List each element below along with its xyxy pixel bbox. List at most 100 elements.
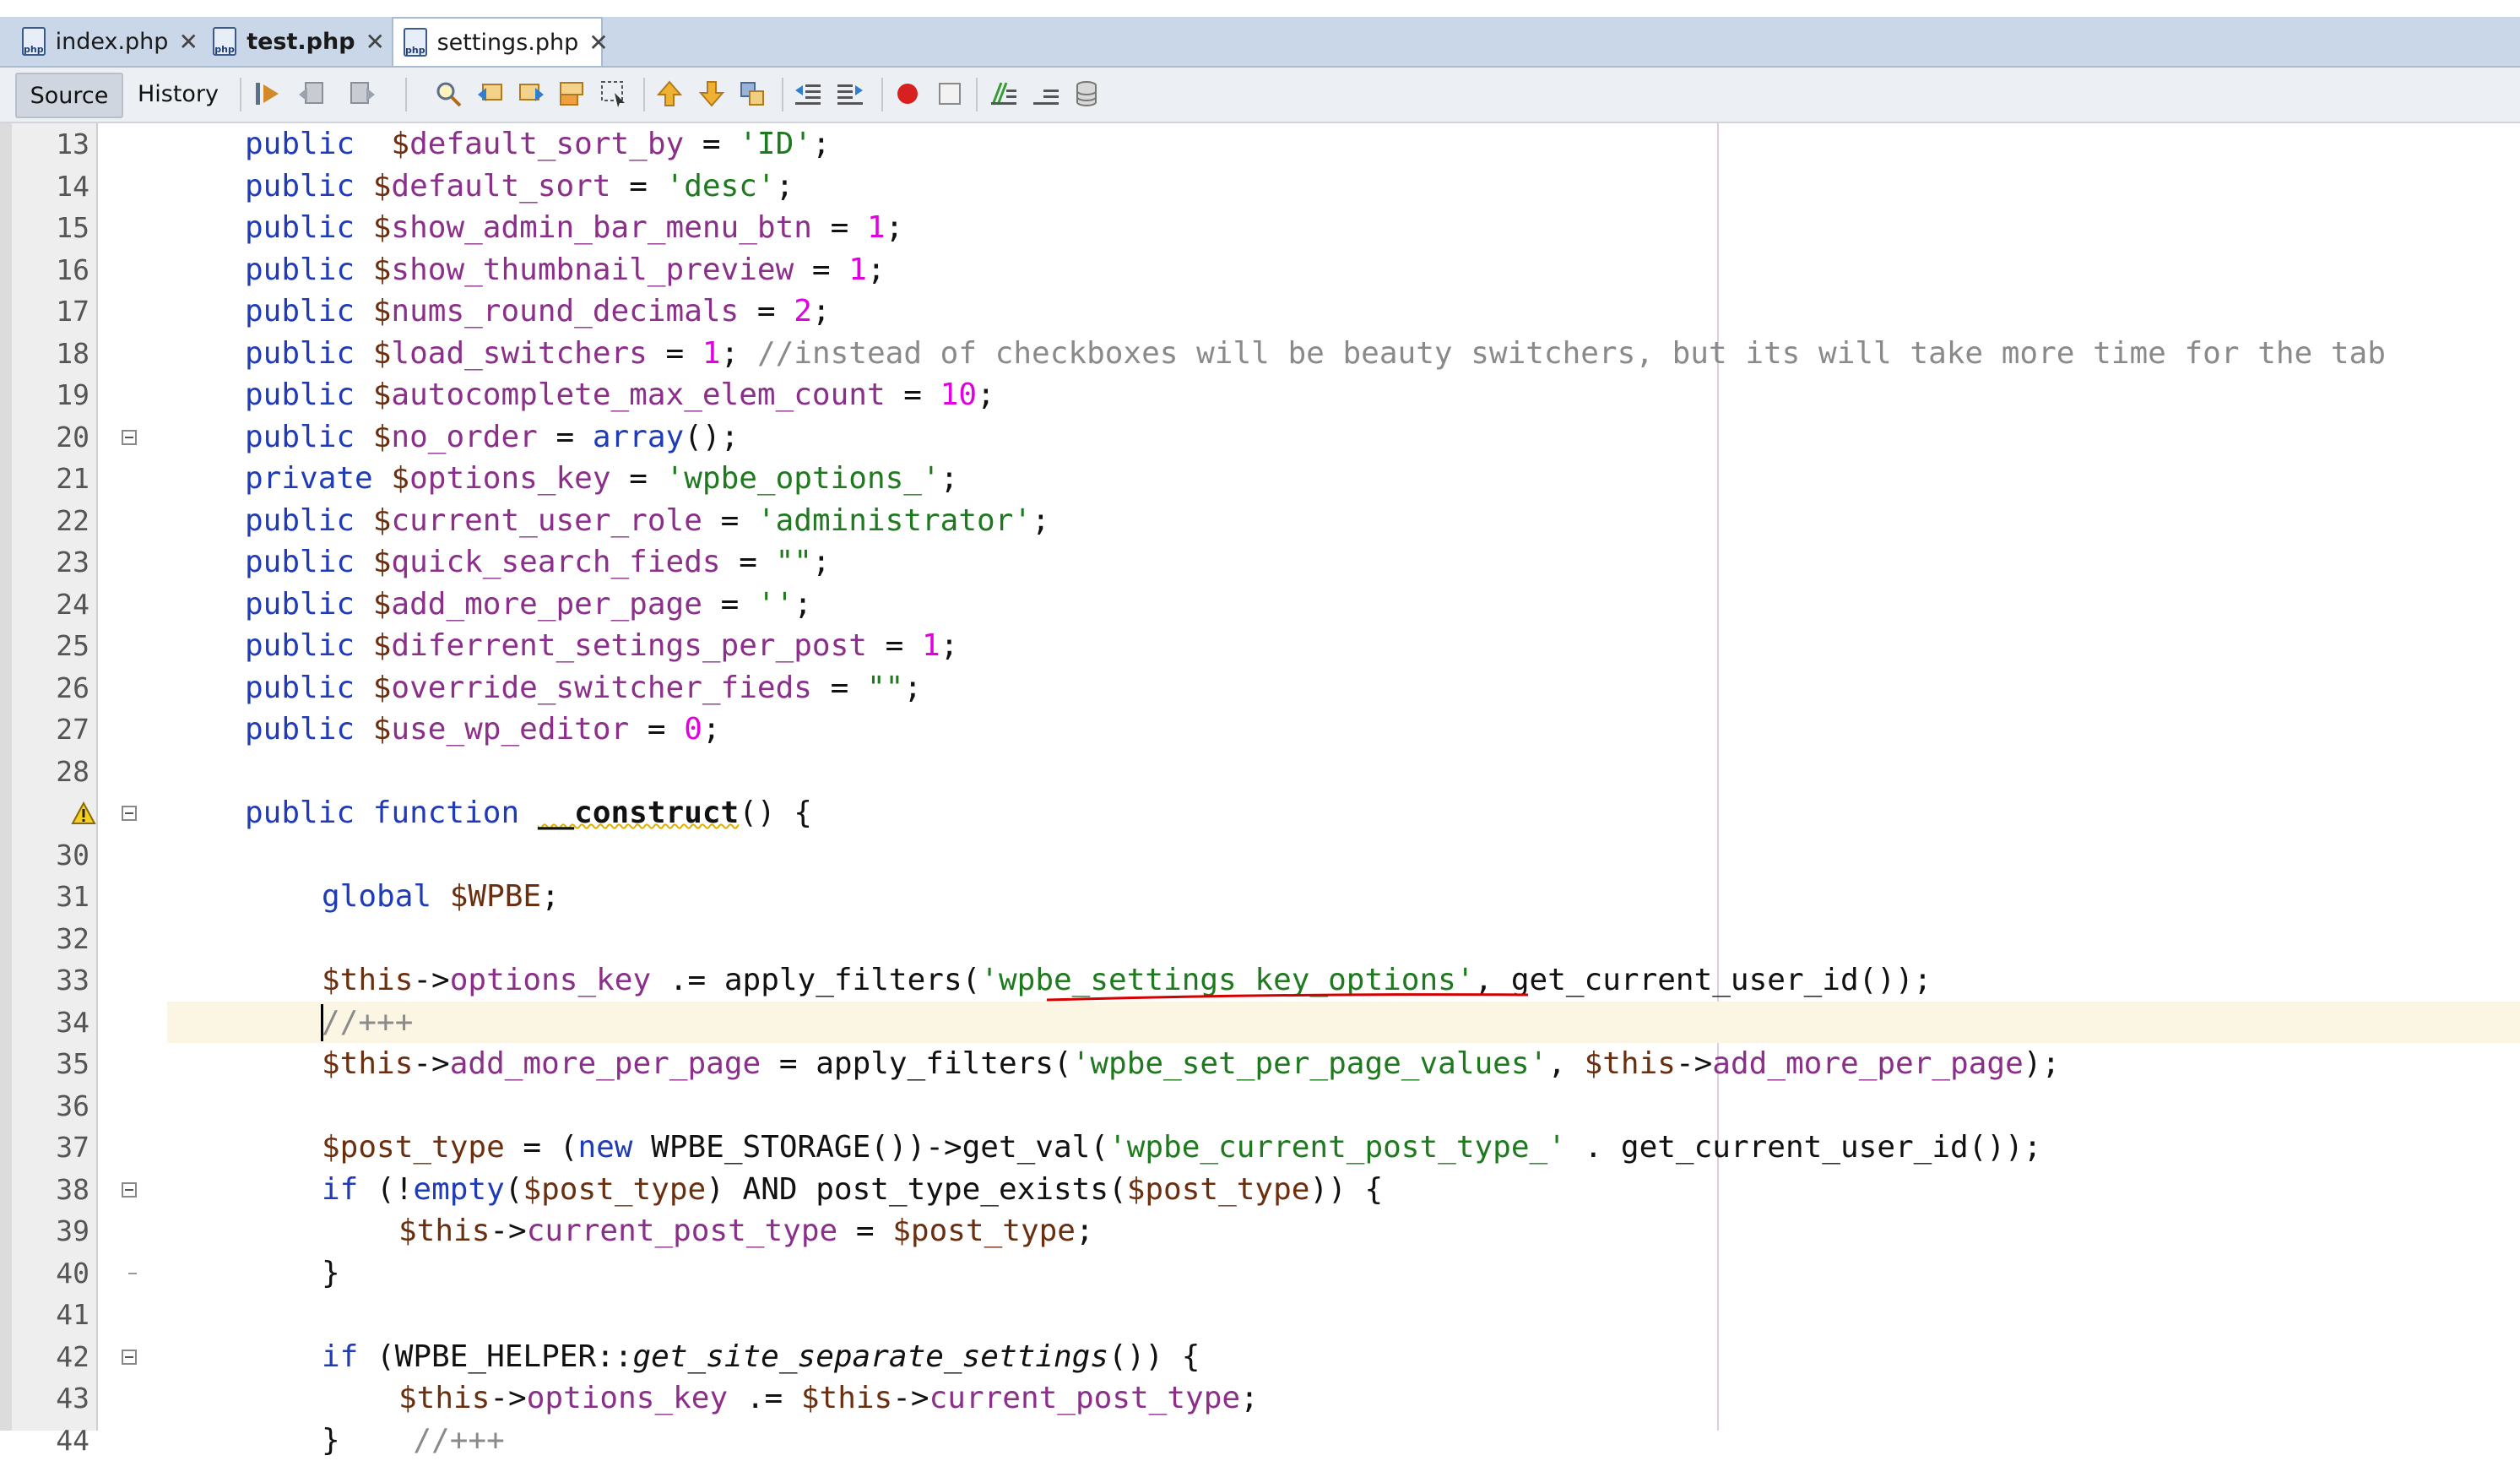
warning-icon[interactable] [71,801,96,825]
find-selection-icon[interactable] [434,79,463,108]
find-previous-icon[interactable] [476,79,505,108]
code-line[interactable]: public function __construct() { [245,792,812,834]
line-number: 14 [12,166,89,208]
database-icon[interactable] [1072,79,1101,108]
code-line[interactable]: $this->add_more_per_page = apply_filters… [322,1043,2060,1085]
code-line[interactable]: global $WPBE; [322,876,560,918]
code-line[interactable]: if (!empty($post_type) AND post_type_exi… [322,1169,1383,1211]
code-line[interactable]: } [322,1252,340,1295]
code-token: -> [490,1381,526,1415]
code-line[interactable]: public $default_sort_by = 'ID'; [245,123,831,166]
code-token: $this [1585,1046,1676,1081]
forward-icon[interactable] [348,79,377,108]
fold-toggle-icon[interactable] [122,430,137,445]
code-token: if [322,1172,358,1207]
history-button[interactable]: History [132,73,225,115]
code-token: $ [373,545,392,579]
code-line[interactable]: } //+++ [322,1420,505,1461]
toggle-rect-selection-icon[interactable] [599,79,628,108]
code-line[interactable]: public $show_admin_bar_menu_btn = 1; [245,207,903,249]
code-line[interactable]: public $nums_round_decimals = 2; [245,291,831,333]
previous-bookmark-icon[interactable] [655,79,684,108]
code-token: autocomplete_max_elem_count [391,377,885,412]
next-bookmark-icon[interactable] [697,79,726,108]
code-token: = [702,503,757,538]
fold-toggle-icon[interactable] [122,806,137,821]
code-token: $ [373,377,392,412]
last-edit-icon[interactable] [253,79,282,108]
code-token: = [837,1214,892,1248]
code-token: default_sort [391,169,610,204]
code-string: 'administrator' [757,503,1032,538]
code-token [355,628,373,663]
code-token: $ [391,127,409,161]
code-line[interactable]: public $no_order = array(); [245,416,739,459]
start-macro-icon[interactable] [893,79,922,108]
code-token: ; [867,253,886,287]
code-line[interactable]: public $use_wp_editor = 0; [245,709,721,751]
line-number: 26 [12,667,89,709]
fold-toggle-icon[interactable] [122,1350,137,1365]
code-token: $post_type [523,1172,706,1207]
code-line[interactable]: private $options_key = 'wpbe_options_'; [245,458,958,500]
code-line[interactable]: public $show_thumbnail_preview = 1; [245,249,886,291]
code-line[interactable]: //+++ [322,1002,413,1044]
line-number: 13 [12,123,89,166]
code-line[interactable]: public $default_sort = 'desc'; [245,166,794,208]
toggle-highlight-icon[interactable] [557,79,586,108]
tab-settings-php[interactable]: php settings.php ✕ [392,17,603,66]
close-icon[interactable]: ✕ [178,28,198,56]
code-line[interactable]: public $current_user_role = 'administrat… [245,500,1050,542]
code-string: "" [867,671,903,705]
code-line[interactable]: public $autocomplete_max_elem_count = 10… [245,374,995,416]
code-token: show_thumbnail_preview [391,253,794,287]
fold-toggle-icon[interactable] [122,1182,137,1198]
close-icon[interactable]: ✕ [366,28,385,56]
code-string: 'wpbe_set_per_page_values' [1072,1046,1548,1081]
code-token [355,796,373,830]
source-button[interactable]: Source [15,73,123,118]
code-token: 0 [684,712,702,747]
code-token: public [245,210,355,245]
text-caret [321,1004,323,1041]
code-token: load_switchers [391,336,647,371]
code-line[interactable]: public $diferrent_setings_per_post = 1; [245,625,958,667]
code-string: 'ID' [739,127,812,161]
shift-left-icon[interactable] [794,79,822,108]
line-number: 24 [12,584,89,626]
code-line[interactable]: public $override_switcher_fieds = ""; [245,667,922,709]
editor-tab-bar: php index.php ✕ php test.php ✕ php setti… [0,0,2520,66]
tab-test-php[interactable]: php test.php ✕ [203,19,385,64]
shift-right-icon[interactable] [836,79,864,108]
uncomment-icon[interactable] [1032,79,1060,108]
code-line[interactable]: public $load_switchers = 1; //instead of… [245,333,2386,375]
code-token [373,461,392,496]
code-line[interactable]: public $add_more_per_page = ''; [245,584,812,626]
code-token: $post_type [1127,1172,1310,1207]
code-token: $ [373,712,392,747]
code-token: $post_type [892,1214,1076,1248]
code-line[interactable]: public $quick_search_fieds = ""; [245,541,831,584]
line-number: 40 [12,1252,89,1295]
close-icon[interactable]: ✕ [588,29,608,57]
tab-index-php[interactable]: php index.php ✕ [12,19,196,64]
code-token: 10 [940,377,977,412]
code-token: ( [505,1172,523,1207]
code-line[interactable]: $this->options_key .= $this->current_pos… [398,1377,1259,1420]
code-line[interactable]: $post_type = (new WPBE_STORAGE())->get_v… [322,1127,2041,1169]
code-token: current_user_role [391,503,702,538]
code-line[interactable]: $this->current_post_type = $post_type; [398,1210,1094,1252]
comment-icon[interactable] [989,79,1018,108]
code-line[interactable]: if (WPBE_HELPER::get_site_separate_setti… [322,1336,1200,1378]
code-token: $ [373,210,392,245]
find-next-icon[interactable] [517,79,545,108]
code-token: $ [373,253,392,287]
code-token: ; [977,377,995,412]
back-icon[interactable] [297,79,326,108]
code-token: ; [940,461,959,496]
stop-macro-icon[interactable] [935,79,964,108]
code-comment: //+++ [413,1423,504,1458]
line-number: 20 [12,416,89,459]
toggle-bookmark-icon[interactable] [738,79,767,108]
code-token: = [886,377,940,412]
